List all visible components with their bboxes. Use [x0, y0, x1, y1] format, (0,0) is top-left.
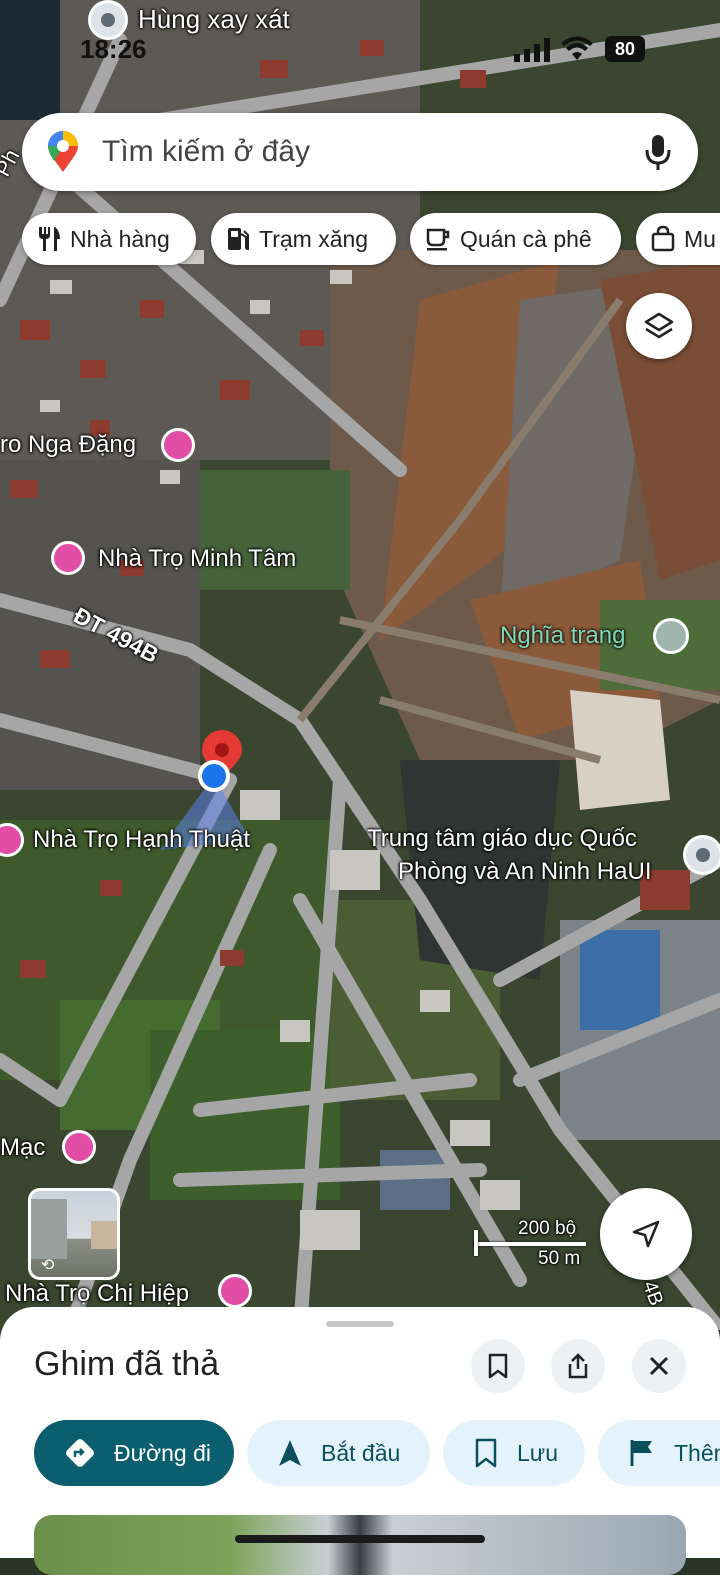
layers-icon: [644, 312, 674, 339]
close-icon: [649, 1356, 669, 1376]
chip-label: Nhà hàng: [70, 225, 170, 252]
save-icon-button[interactable]: [471, 1339, 525, 1393]
more-label: Thêm: [674, 1439, 720, 1466]
gas-station-icon: [228, 228, 249, 251]
place-label-training-center-1[interactable]: Trung tâm giáo dục Quốc: [367, 825, 637, 853]
save-label: Lưu: [517, 1439, 558, 1466]
place-label-nga-dang[interactable]: ro Nga Đặng: [0, 431, 136, 459]
save-button[interactable]: Lưu: [443, 1420, 585, 1486]
shopping-bag-icon: [651, 225, 675, 252]
battery-icon: 80: [605, 36, 645, 62]
lodging-pin-icon[interactable]: [51, 541, 85, 575]
place-label-training-center-2[interactable]: Phòng và An Ninh HaUI: [398, 858, 652, 886]
signal-icon: [512, 38, 552, 67]
scale-imperial: 200 bộ: [518, 1218, 577, 1239]
bookmark-icon: [488, 1353, 508, 1379]
place-photo[interactable]: [34, 1515, 686, 1575]
my-location-dot-icon: [198, 760, 230, 792]
sheet-title: Ghim đã thả: [34, 1345, 220, 1383]
directions-icon: [66, 1439, 94, 1467]
rotate-360-icon: ⟲: [41, 1257, 55, 1274]
chip-label: Quán cà phê: [460, 225, 592, 252]
lodging-pin-icon[interactable]: [218, 1274, 252, 1308]
chip-shopping[interactable]: Mu: [636, 213, 720, 265]
share-button[interactable]: [551, 1339, 605, 1393]
directions-button[interactable]: Đường đi: [34, 1420, 234, 1486]
chip-restaurants[interactable]: Nhà hàng: [22, 213, 196, 265]
start-label: Bắt đầu: [321, 1439, 401, 1466]
place-label-minh-tam[interactable]: Nhà Trọ Minh Tâm: [98, 545, 296, 573]
place-label-hanh-thuat[interactable]: Nhà Trọ Hạnh Thuật: [33, 826, 250, 854]
more-button[interactable]: Thêm: [598, 1420, 720, 1486]
place-pin-icon[interactable]: [683, 835, 720, 875]
cemetery-pin-icon[interactable]: [653, 618, 689, 654]
close-button[interactable]: [632, 1339, 686, 1393]
flag-icon: [630, 1440, 652, 1466]
place-label-mac[interactable]: Mạc: [0, 1134, 45, 1162]
drag-handle[interactable]: [326, 1321, 394, 1327]
lodging-pin-icon[interactable]: [62, 1130, 96, 1164]
coffee-icon: [426, 228, 450, 251]
place-pin-icon[interactable]: [88, 0, 128, 40]
search-input[interactable]: Tìm kiếm ở đây: [102, 135, 310, 169]
place-bottom-sheet[interactable]: Ghim đã thả Đường đi Bắt đầu Lưu Thêm: [0, 1307, 720, 1575]
maps-logo-icon: [46, 131, 80, 178]
search-bar[interactable]: Tìm kiếm ở đây: [22, 113, 698, 191]
start-button[interactable]: Bắt đầu: [247, 1420, 430, 1486]
directions-label: Đường đi: [114, 1439, 211, 1466]
home-indicator: [235, 1535, 485, 1543]
fork-knife-icon: [39, 227, 60, 251]
satellite-map[interactable]: [0, 0, 720, 1330]
scale-bar: 200 bộ 50 m: [474, 1218, 586, 1269]
recenter-button[interactable]: [600, 1188, 692, 1280]
share-icon: [568, 1353, 588, 1379]
top-place-text: Hùng xay xát: [138, 4, 290, 34]
chip-label: Trạm xăng: [259, 225, 369, 252]
navigation-arrow-icon: [632, 1220, 660, 1248]
place-label-chi-hiep[interactable]: Nhà Trọ Chị Hiệp: [5, 1280, 189, 1308]
scale-metric: 50 m: [538, 1248, 581, 1269]
battery-level: 80: [614, 39, 636, 59]
street-view-thumbnail[interactable]: ⟲: [28, 1188, 120, 1280]
bookmark-icon: [475, 1438, 497, 1468]
chip-coffee[interactable]: Quán cà phê: [410, 213, 621, 265]
navigation-arrow-icon: [279, 1440, 301, 1466]
place-label-hung-xay-xat[interactable]: Hùng xay xát: [138, 4, 290, 35]
place-label-nghia-trang[interactable]: Nghĩa trang: [500, 622, 625, 650]
wifi-icon: [560, 36, 594, 67]
lodging-pin-icon[interactable]: [161, 428, 195, 462]
chip-label: Mu: [684, 225, 716, 252]
chip-gas-stations[interactable]: Trạm xăng: [211, 213, 396, 265]
microphone-icon[interactable]: [644, 133, 672, 176]
layers-button[interactable]: [626, 293, 692, 359]
